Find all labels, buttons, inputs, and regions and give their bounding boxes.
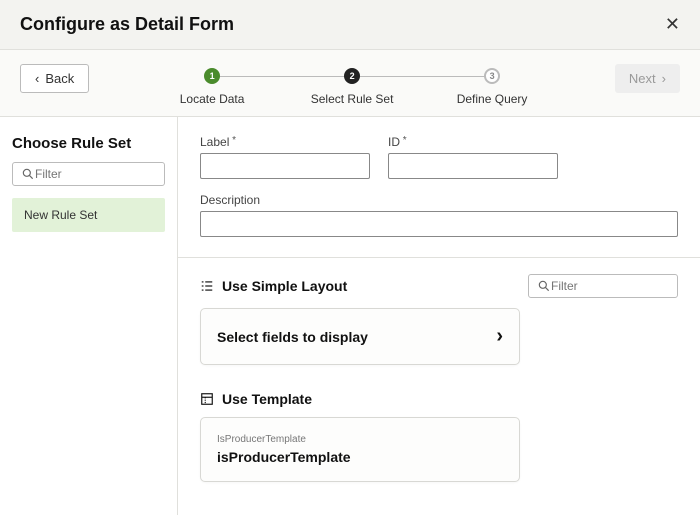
simple-layout-title: Use Simple Layout	[222, 278, 347, 294]
step-locate-data: 1 Locate Data	[142, 68, 282, 106]
use-template-title: Use Template	[222, 391, 312, 407]
next-button[interactable]: Next ›	[615, 64, 680, 93]
label-field-label: Label	[200, 135, 370, 149]
back-button[interactable]: ‹ Back	[20, 64, 89, 93]
description-input[interactable]	[200, 211, 678, 237]
step-dot: 3	[484, 68, 500, 84]
chevron-left-icon: ‹	[35, 71, 39, 86]
new-rule-set-button[interactable]: New Rule Set	[12, 198, 165, 232]
dialog-title: Configure as Detail Form	[20, 14, 234, 35]
search-icon	[537, 279, 551, 293]
search-icon	[21, 167, 35, 181]
id-input[interactable]	[388, 153, 558, 179]
wizard-steps: 1 Locate Data 2 Select Rule Set 3 Define…	[89, 64, 615, 106]
sidebar-filter[interactable]	[12, 162, 165, 186]
layout-filter[interactable]	[528, 274, 678, 298]
back-label: Back	[45, 71, 74, 86]
layout-list-icon	[200, 279, 214, 293]
step-label: Define Query	[457, 92, 528, 106]
sidebar: Choose Rule Set New Rule Set	[0, 117, 178, 515]
template-card-subtitle: IsProducerTemplate	[217, 434, 503, 445]
template-card-name: isProducerTemplate	[217, 449, 503, 465]
step-dot: 1	[204, 68, 220, 84]
sidebar-title: Choose Rule Set	[12, 135, 165, 152]
step-select-rule-set: 2 Select Rule Set	[282, 68, 422, 106]
label-input[interactable]	[200, 153, 370, 179]
template-icon	[200, 392, 214, 406]
main-panel: Label ID Description Use Simple Layout	[178, 117, 700, 515]
chevron-right-icon: ›	[662, 71, 666, 86]
layout-filter-input[interactable]	[551, 279, 700, 293]
template-card[interactable]: IsProducerTemplate isProducerTemplate	[200, 417, 520, 482]
description-field-label: Description	[200, 193, 678, 207]
select-fields-card[interactable]: Select fields to display ›	[200, 308, 520, 365]
step-define-query: 3 Define Query	[422, 68, 562, 106]
close-button[interactable]: ✕	[665, 14, 680, 35]
step-dot: 2	[344, 68, 360, 84]
select-fields-label: Select fields to display	[217, 329, 368, 345]
chevron-right-icon: ›	[496, 325, 503, 348]
id-field-label: ID	[388, 135, 558, 149]
step-label: Select Rule Set	[311, 92, 394, 106]
step-label: Locate Data	[180, 92, 245, 106]
next-label: Next	[629, 71, 656, 86]
sidebar-filter-input[interactable]	[35, 167, 190, 181]
